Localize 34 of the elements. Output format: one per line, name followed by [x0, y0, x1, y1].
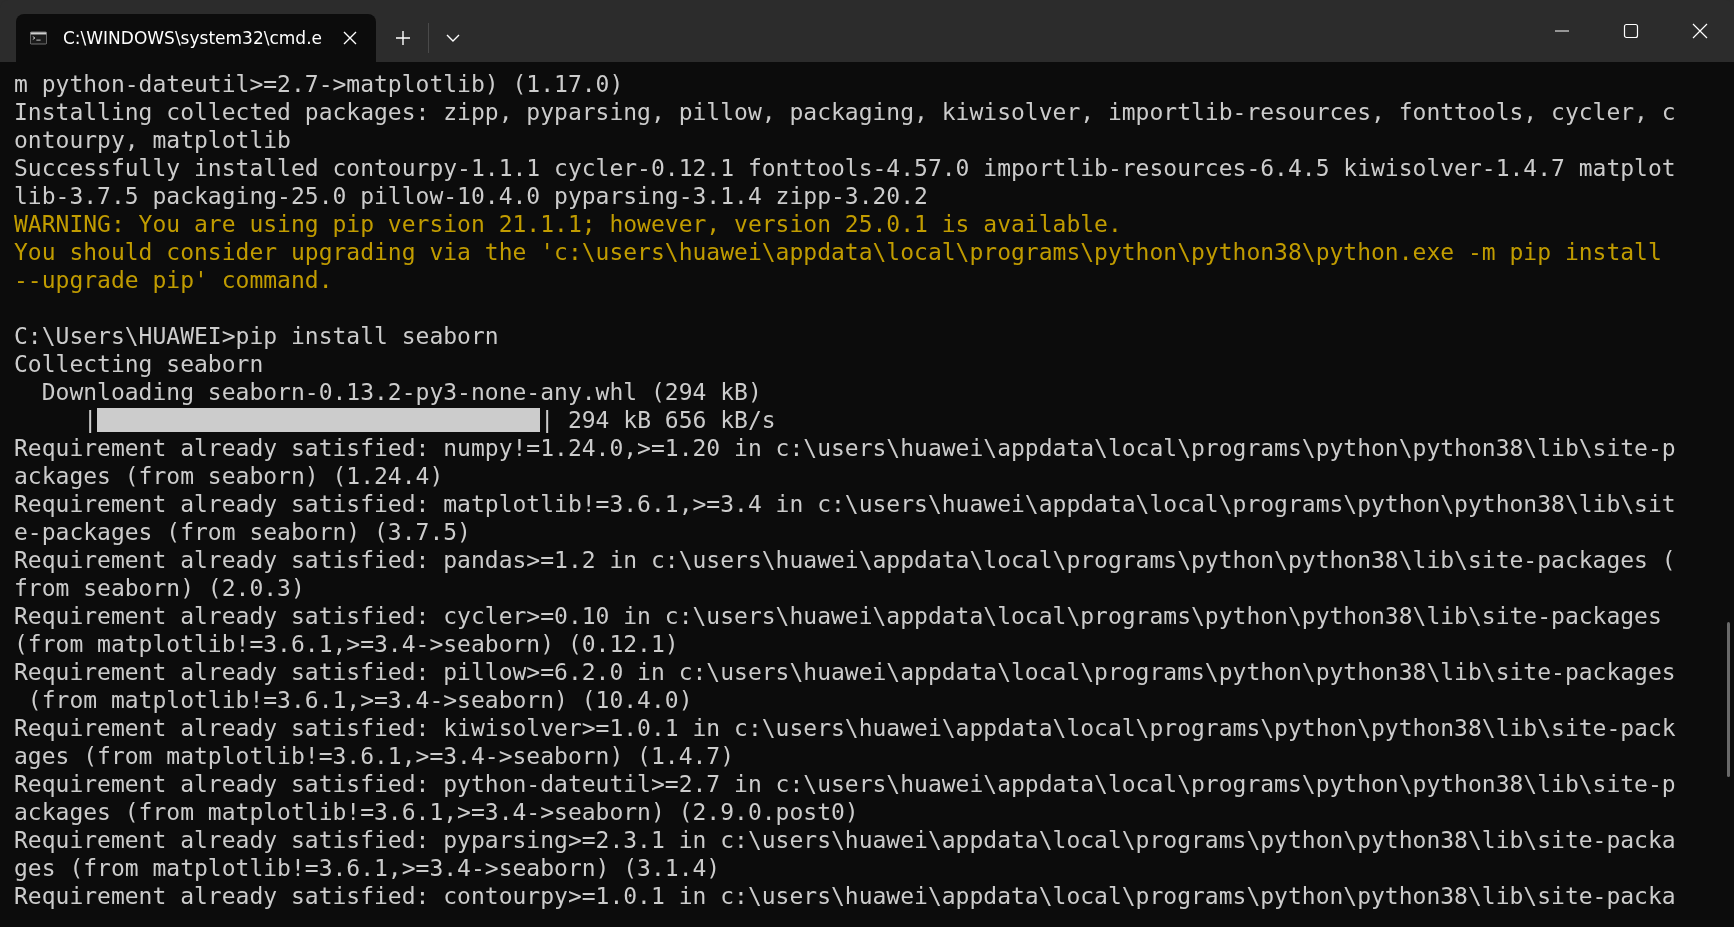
output-text: Requirement already satisfied: pillow>=6.2.0 in c:\users\huawei\appdata\local\programs\python\python38\lib\site-packages	[14, 658, 1676, 686]
terminal-tab[interactable]: C:\WINDOWS\system32\cmd.e	[16, 14, 376, 62]
output-text: ackages (from matplotlib!=3.6.1,>=3.4->seaborn) (2.9.0.post0)	[14, 798, 859, 826]
output-text: (from matplotlib!=3.6.1,>=3.4->seaborn) (0.12.1)	[14, 630, 679, 658]
output-text: Successfully installed contourpy-1.1.1 cycler-0.12.1 fonttools-4.57.0 importlib-resources-6.4.5 kiwisolver-1.4.7 matplot	[14, 154, 1676, 182]
output-text: Requirement already satisfied: kiwisolver>=1.0.1 in c:\users\huawei\appdata\local\programs\python\python38\lib\site-pack	[14, 714, 1676, 742]
warning-text: You should consider upgrading via the 'c:\users\huawei\appdata\local\programs\python\python38\python.exe -m pip install	[14, 238, 1662, 266]
output-text: Requirement already satisfied: matplotlib!=3.6.1,>=3.4 in c:\users\huawei\appdata\local\programs\python\python38\lib\sit	[14, 490, 1676, 518]
output-text: e-packages (from seaborn) (3.7.5)	[14, 518, 471, 546]
terminal-icon	[30, 29, 47, 47]
tab-title: C:\WINDOWS\system32\cmd.e	[62, 28, 322, 48]
output-text: ackages (from seaborn) (1.24.4)	[14, 462, 444, 490]
warning-text: --upgrade pip' command.	[14, 266, 333, 294]
progress-edge: |	[82, 406, 98, 434]
output-text: Installing collected packages: zipp, pyparsing, pillow, packaging, kiwisolver, importlib-resources, fonttools, cycler, c	[14, 98, 1676, 126]
output-text: Requirement already satisfied: pandas>=1.2 in c:\users\huawei\appdata\local\programs\python\python38\lib\site-packages (	[14, 546, 1676, 574]
output-text: ages (from matplotlib!=3.6.1,>=3.4->seaborn) (1.4.7)	[14, 742, 735, 770]
output-text: (from matplotlib!=3.6.1,>=3.4->seaborn) (10.4.0)	[26, 686, 693, 714]
output-text: ontourpy, matplotlib	[14, 126, 291, 154]
output-text: Requirement already satisfied: python-dateutil>=2.7 in c:\users\huawei\appdata\local\programs\python\python38\lib\site-p	[14, 770, 1676, 798]
output-text: from seaborn) (2.0.3)	[14, 574, 305, 602]
output-text: m python-dateutil>=2.7->matplotlib) (1.17.0)	[14, 70, 624, 98]
output-text: ges (from matplotlib!=3.6.1,>=3.4->seaborn) (3.1.4)	[14, 854, 721, 882]
output-text: Requirement already satisfied: cycler>=0.10 in c:\users\huawei\appdata\local\programs\python\python38\lib\site-packages	[14, 602, 1662, 630]
warning-text: WARNING: You are using pip version 21.1.1; however, version 25.0.1 is available.	[14, 210, 1122, 238]
scrollbar-thumb[interactable]	[1727, 622, 1730, 777]
output-text: Requirement already satisfied: contourpy>=1.0.1 in c:\users\huawei\appdata\local\programs\python\python38\lib\site-packa	[14, 882, 1676, 910]
output-text: Collecting seaborn	[14, 350, 264, 378]
output-text: Requirement already satisfied: pyparsing>=2.3.1 in c:\users\huawei\appdata\local\programs\python\python38\lib\site-packa	[14, 826, 1676, 854]
output-text: C:\Users\HUAWEI>pip install seaborn	[14, 322, 499, 350]
output-text: Downloading seaborn-0.13.2-py3-none-any.whl (294 kB)	[40, 378, 762, 406]
output-text: Requirement already satisfied: numpy!=1.24.0,>=1.20 in c:\users\huawei\appdata\local\programs\python\python38\lib\site-p	[14, 434, 1676, 462]
output-text: lib-3.7.5 packaging-25.0 pillow-10.4.0 pyparsing-3.1.4 zipp-3.20.2	[14, 182, 928, 210]
progress-text: | 294 kB 656 kB/s	[540, 406, 776, 434]
